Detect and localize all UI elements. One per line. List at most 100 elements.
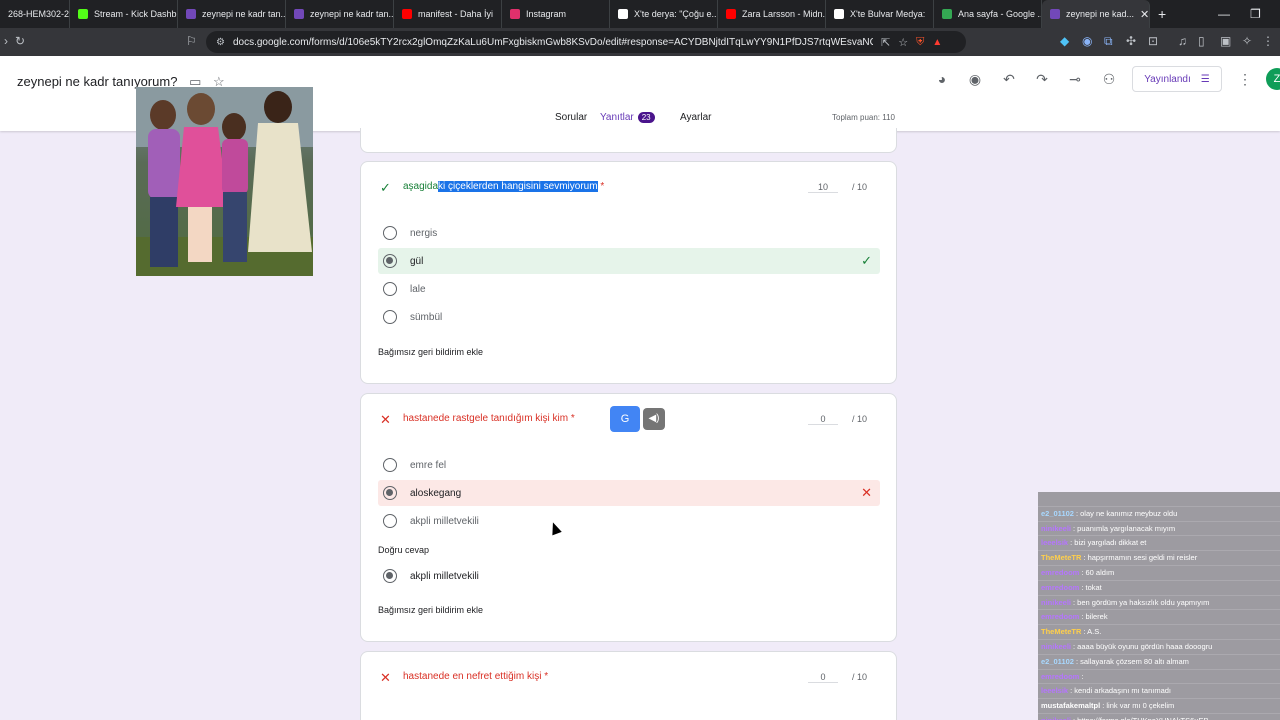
wallet-icon[interactable]: ▣	[1220, 34, 1231, 48]
radio-button	[383, 310, 397, 324]
url-text: docs.google.com/forms/d/106e5kTY2rcx2glO…	[232, 36, 873, 48]
total-points: Toplam puan: 110	[832, 113, 896, 122]
palette-icon[interactable]: ◕	[933, 70, 951, 88]
new-tab-button[interactable]: +	[1150, 0, 1174, 28]
extension-icon[interactable]: ◆	[1060, 34, 1069, 48]
chat-text: : bizi yargıladı dikkat et	[1070, 538, 1147, 548]
maximize-icon[interactable]: ❐	[1250, 0, 1261, 28]
chat-username: ninikeeli	[1041, 523, 1072, 533]
score-value[interactable]: 10	[808, 182, 838, 193]
bookmark-icon[interactable]: ⚐	[186, 34, 197, 48]
forward-icon[interactable]: ›	[4, 34, 8, 48]
drive-icon	[942, 9, 952, 19]
tab-title: zeynepi ne kadr tan...	[310, 9, 394, 19]
score-value[interactable]: 0	[808, 414, 838, 425]
add-collaborator-icon[interactable]: ⚇	[1100, 70, 1118, 88]
youtube-icon	[726, 9, 736, 19]
add-feedback-link[interactable]: Bağımsız geri bildirim ekle	[378, 605, 483, 615]
tab-title: Zara Larsson - Midn...	[742, 9, 826, 19]
browser-tab-active[interactable]: zeynepi ne kad... ✕	[1042, 0, 1150, 28]
chat-message: ninikeeli: https://forms.gle/THKpoYUNAkT…	[1038, 714, 1280, 720]
browser-tab[interactable]: zeynepi ne kadr tan...	[286, 0, 394, 28]
browser-tab[interactable]: 268-HEM302-20...	[0, 0, 70, 28]
browser-tab[interactable]: manifest - Daha İyi	[394, 0, 502, 28]
puzzle-icon[interactable]: ✣	[1126, 34, 1136, 48]
tab-title: X'te Bulvar Medya:	[850, 9, 926, 19]
forms-icon	[294, 9, 304, 19]
close-icon[interactable]: ✕	[1140, 8, 1149, 21]
reload-icon[interactable]: ↻	[15, 34, 25, 48]
option-item-selected-correct: gül ✓	[378, 248, 880, 274]
score-max: / 10	[852, 672, 868, 682]
sidebar-icon[interactable]: ▯	[1198, 34, 1205, 48]
tab-title: X'te derya: "Çoğu e...	[634, 9, 718, 19]
chat-message: leeelsik: kendi arkadaşını mı tanımadı	[1038, 684, 1280, 700]
instagram-icon	[510, 9, 520, 19]
chat-username: e2_01102	[1041, 508, 1074, 518]
speaker-icon[interactable]: ◀)	[643, 408, 665, 430]
youtube-icon	[402, 9, 412, 19]
brave-shield-icon[interactable]: ⛨	[916, 36, 924, 49]
question-card: ✕ hastanede en nefret ettiğim kişi * 0 /…	[360, 651, 897, 720]
avatar[interactable]: Z	[1266, 68, 1280, 90]
tab-title: Instagram	[526, 9, 567, 19]
minimize-icon[interactable]: —	[1218, 0, 1230, 28]
forms-icon	[1050, 9, 1060, 19]
chat-message: emredoom:	[1038, 670, 1280, 685]
chat-message: TheMeteTR: hapşırmamın sesi geldi mi rei…	[1038, 551, 1280, 566]
link-icon[interactable]: ⊸	[1066, 70, 1084, 88]
chat-text: : tokat	[1081, 582, 1102, 592]
translate-extension-icon[interactable]: ⧉	[1104, 34, 1113, 49]
radio-button	[383, 226, 397, 240]
chat-text: : bilerek	[1081, 612, 1108, 622]
share-icon[interactable]: ⇱	[881, 36, 890, 49]
star-icon[interactable]: ☆	[898, 36, 908, 49]
chat-text: : hapşırmamın sesi geldi mi reisler	[1083, 553, 1198, 563]
more-menu-icon[interactable]: ⋮	[1236, 70, 1254, 88]
music-icon[interactable]: ♫	[1178, 34, 1187, 48]
address-bar-row: › ↻ ⚐ ⚙ docs.google.com/forms/d/106e5kTY…	[0, 28, 1280, 56]
undo-icon[interactable]: ↶	[1000, 70, 1018, 88]
score-value[interactable]: 0	[808, 672, 838, 683]
chat-username: emredoom	[1041, 582, 1080, 592]
chat-username: leeelsik	[1041, 686, 1069, 696]
settings-sliders-icon: ☰	[1200, 73, 1210, 85]
chat-message: e2_01102: olay ne kanımız meybuz oldu	[1038, 507, 1280, 522]
chat-text: : link var mı 0 çekelim	[1102, 701, 1175, 711]
leo-icon[interactable]: ✧	[1242, 34, 1252, 48]
question-title: aşagidaki çiçeklerden hangisini sevmiyor…	[403, 181, 605, 192]
question-title: hastanede en nefret ettiğim kişi *	[403, 671, 549, 682]
tab-title: zeynepi ne kad...	[1066, 9, 1135, 19]
url-field[interactable]: ⚙ docs.google.com/forms/d/106e5kTY2rcx2g…	[206, 31, 966, 53]
tab-title: zeynepi ne kadr tan...	[202, 9, 286, 19]
extension-icon[interactable]: ◉	[1082, 34, 1092, 48]
translate-icon[interactable]: G	[610, 406, 640, 432]
tab-title: Stream - Kick Dashb...	[94, 9, 178, 19]
chat-text: : sallayarak çözsem 80 altı almam	[1075, 656, 1189, 666]
menu-icon[interactable]: ⋮	[1262, 34, 1274, 48]
browser-tab[interactable]: Stream - Kick Dashb...	[70, 0, 178, 28]
redo-icon[interactable]: ↷	[1033, 70, 1051, 88]
browser-tab[interactable]: X'te Bulvar Medya:	[826, 0, 934, 28]
score-field[interactable]: 10 / 10	[808, 182, 867, 193]
radio-button	[383, 514, 397, 528]
browser-tab[interactable]: Ana sayfa - Google ...	[934, 0, 1042, 28]
translate-popup[interactable]: G ◀)	[610, 406, 666, 432]
chat-username: TheMeteTR	[1041, 553, 1082, 563]
chat-text: : 60 aldım	[1081, 567, 1115, 577]
screenshot-icon[interactable]: ⊡	[1148, 34, 1158, 48]
score-field[interactable]: 0 / 10	[808, 672, 867, 683]
browser-tab[interactable]: X'te derya: "Çoğu e...	[610, 0, 718, 28]
score-field[interactable]: 0 / 10	[808, 414, 867, 425]
chat-text: : aaaa büyük oyunu gördün haaa dooogru	[1073, 641, 1213, 651]
rewards-icon[interactable]: ▲	[932, 37, 942, 48]
add-feedback-link[interactable]: Bağımsız geri bildirim ekle	[378, 347, 483, 357]
browser-tab[interactable]: zeynepi ne kadr tan...	[178, 0, 286, 28]
browser-tab[interactable]: Instagram	[502, 0, 610, 28]
preview-eye-icon[interactable]: ◉	[966, 70, 984, 88]
browser-tab[interactable]: Zara Larsson - Midn...	[718, 0, 826, 28]
publish-button[interactable]: Yayınlandı ☰	[1132, 66, 1222, 92]
site-info-icon[interactable]: ⚙	[216, 37, 225, 48]
chat-username: emredoom	[1041, 612, 1080, 622]
stream-chat-overlay: e2_01102: olay ne kanımız meybuz oldu nin…	[1038, 492, 1280, 720]
